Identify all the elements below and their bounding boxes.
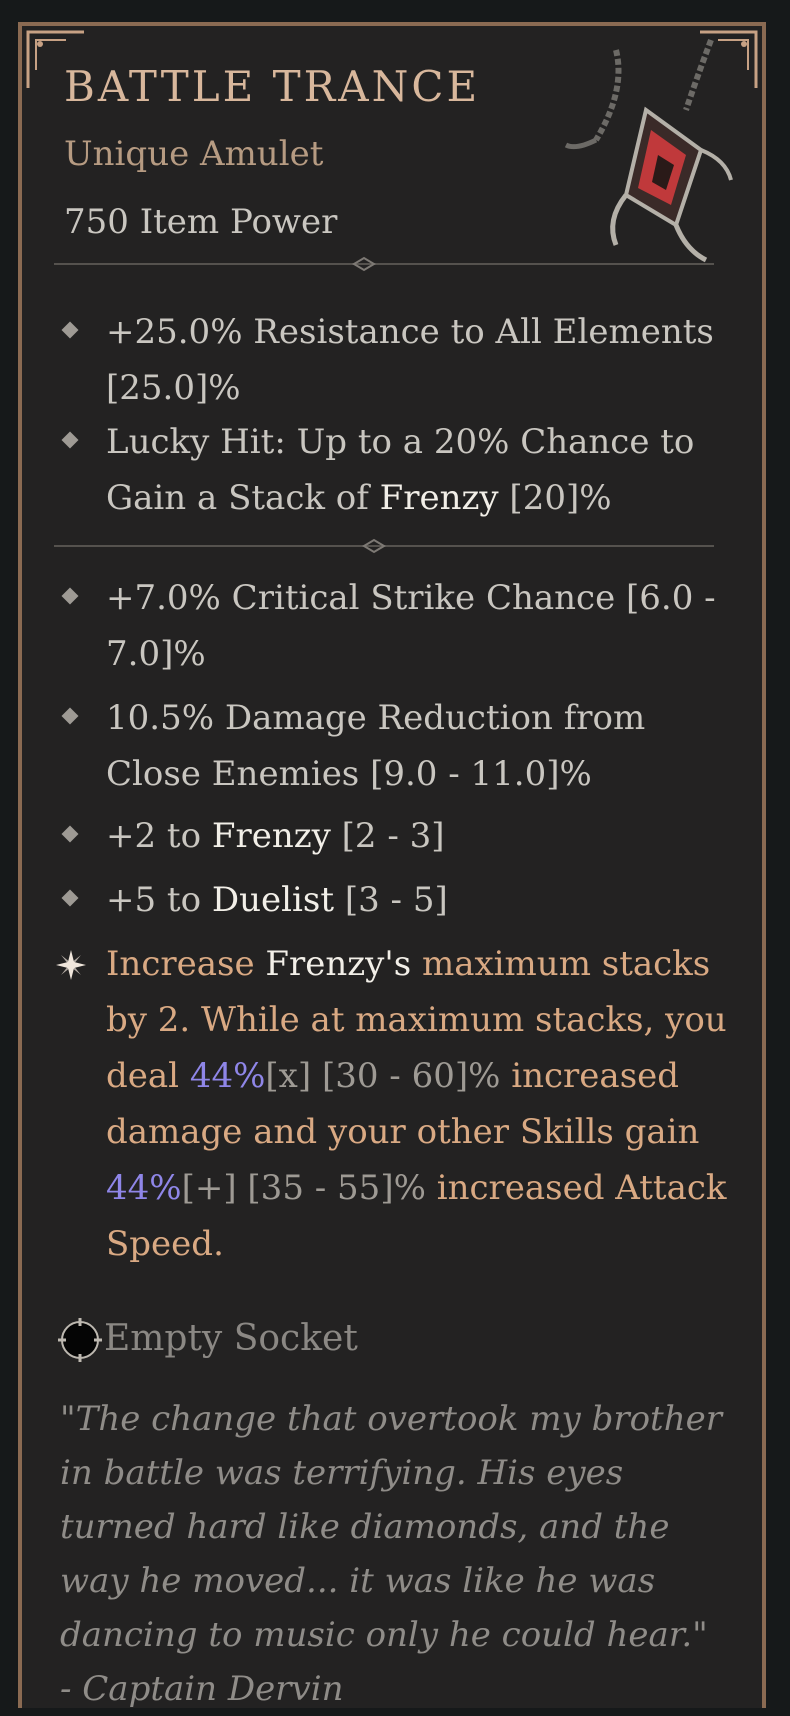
affix-frenzy-rank: +2 to Frenzy [2 - 3] — [61, 808, 736, 864]
diamond-bullet-icon — [61, 321, 79, 339]
affix-crit-chance: +7.0% Critical Strike Chance [6.0 - 7.0]… — [61, 570, 736, 682]
socket-label: Empty Socket — [104, 1318, 358, 1359]
flavor-quote: "The change that overtook my brother in … — [60, 1399, 722, 1655]
divider — [54, 538, 714, 554]
unique-power: Increase Frenzy's maximum stacks by 2. W… — [56, 936, 736, 1272]
diamond-bullet-icon — [61, 431, 79, 449]
flavor-text: "The change that overtook my brother in … — [60, 1392, 740, 1716]
item-name: BATTLE TRANCE — [64, 62, 481, 111]
divider — [54, 256, 714, 272]
unique-star-icon — [56, 950, 86, 980]
diamond-bullet-icon — [61, 707, 79, 725]
diamond-bullet-icon — [61, 825, 79, 843]
keyword-duelist: Duelist — [211, 880, 335, 920]
item-power: 750 Item Power — [64, 202, 338, 242]
roll-value: 44% — [189, 1056, 266, 1096]
roll-value: 44% — [106, 1168, 182, 1208]
diamond-bullet-icon — [61, 889, 79, 907]
socket-icon — [58, 1318, 102, 1362]
keyword-frenzy: Frenzy's — [265, 944, 412, 984]
item-tooltip: BATTLE TRANCE Unique Amulet 750 Item Pow… — [18, 22, 766, 1709]
implicit-affix-resistance: +25.0% Resistance to All Elements [25.0]… — [61, 304, 736, 416]
keyword-frenzy: Frenzy — [379, 478, 499, 518]
amulet-icon — [564, 38, 733, 263]
affix-damage-reduction: 10.5% Damage Reduction from Close Enemie… — [61, 690, 736, 802]
keyword-frenzy: Frenzy — [211, 816, 331, 856]
item-rarity-type: Unique Amulet — [64, 134, 324, 174]
implicit-affix-lucky-hit: Lucky Hit: Up to a 20% Chance to Gain a … — [61, 414, 736, 526]
affix-duelist-rank: +5 to Duelist [3 - 5] — [61, 872, 736, 928]
diamond-bullet-icon — [61, 587, 79, 605]
